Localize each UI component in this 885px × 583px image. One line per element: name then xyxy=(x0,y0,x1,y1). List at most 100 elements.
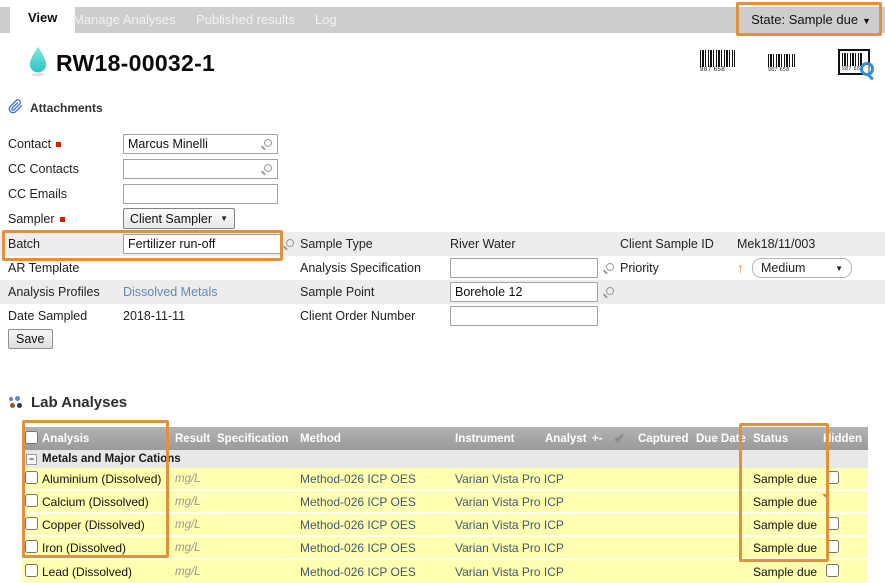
col-result[interactable]: Result xyxy=(175,433,217,445)
contact-input[interactable] xyxy=(123,134,278,154)
row-checkbox[interactable] xyxy=(25,494,38,507)
state-label: State: Sample due xyxy=(751,12,858,27)
collapse-icon[interactable]: − xyxy=(26,454,37,465)
client-sample-id-value: Mek18/11/003 xyxy=(737,237,885,251)
batch-label: Batch xyxy=(8,237,123,251)
required-marker xyxy=(60,217,65,222)
priority-value: Medium xyxy=(761,261,805,275)
instrument-link[interactable]: Varian Vista Pro ICP xyxy=(455,518,545,532)
hidden-checkbox[interactable] xyxy=(826,540,839,553)
analysis-spec-label: Analysis Specification xyxy=(300,261,450,275)
lab-analyses-table: Analysis Result Specification Method Ins… xyxy=(22,427,868,583)
instrument-link[interactable]: Varian Vista Pro ICP xyxy=(455,472,545,486)
method-link[interactable]: Method-026 ICP OES xyxy=(300,518,455,532)
tab-bar: View Manage Analyses Published results L… xyxy=(0,7,885,33)
barcode-number: 987 658 xyxy=(768,67,795,73)
chevron-down-icon: ▼ xyxy=(835,264,843,273)
col-instrument[interactable]: Instrument xyxy=(455,433,545,445)
select-all-checkbox[interactable] xyxy=(25,431,38,444)
cc-emails-label: CC Emails xyxy=(8,187,123,201)
lab-analyses-heading: Lab Analyses xyxy=(31,394,127,411)
analysis-spec-input[interactable] xyxy=(450,258,598,278)
table-row: Iron (Dissolved) mg/L Method-026 ICP OES… xyxy=(22,537,868,560)
sampler-label: Sampler xyxy=(8,212,123,226)
paperclip-icon xyxy=(8,98,23,118)
client-order-input[interactable] xyxy=(450,306,598,326)
cc-contacts-input[interactable] xyxy=(123,159,278,179)
col-add-remove[interactable]: +- xyxy=(592,433,614,445)
status-text: Sample due xyxy=(753,541,823,555)
tab-published-results[interactable]: Published results xyxy=(196,7,295,33)
barcode-print-icon[interactable]: 987 658 xyxy=(700,50,735,74)
category-row: − Metals and Major Cations xyxy=(22,450,868,468)
attachments-link[interactable]: Attachments xyxy=(30,101,103,115)
search-icon xyxy=(283,239,295,251)
analysis-name: Lead (Dissolved) xyxy=(42,565,175,579)
analysis-profiles-label: Analysis Profiles xyxy=(8,285,123,299)
tab-manage-analyses[interactable]: Manage Analyses xyxy=(73,7,176,33)
sample-grid: Batch Sample Type River Water Client Sam… xyxy=(0,232,885,328)
cc-contacts-label: CC Contacts xyxy=(8,162,123,176)
contact-form: Contact CC Contacts CC Emails Sampler Cl… xyxy=(8,131,308,231)
attachment-page-icon[interactable] xyxy=(826,494,828,510)
row-checkbox[interactable] xyxy=(25,564,38,577)
method-link[interactable]: Method-026 ICP OES xyxy=(300,495,455,509)
col-analyst[interactable]: Analyst xyxy=(545,433,592,445)
table-row: Lead (Dissolved) mg/L Method-026 ICP OES… xyxy=(22,560,868,583)
category-label: Metals and Major Cations xyxy=(42,453,181,465)
chevron-down-icon: ▼ xyxy=(220,214,228,223)
date-sampled-value: 2018-11-11 xyxy=(123,309,300,323)
tab-log[interactable]: Log xyxy=(315,7,337,33)
tab-view[interactable]: View xyxy=(10,1,75,33)
instrument-link[interactable]: Varian Vista Pro ICP xyxy=(455,495,545,509)
water-drop-icon xyxy=(26,45,50,80)
sampler-select[interactable]: Client Sampler ▼ xyxy=(123,208,235,229)
row-checkbox[interactable] xyxy=(25,517,38,530)
verify-check-icon: ✔ xyxy=(614,431,638,447)
magnifier-icon xyxy=(859,62,875,78)
col-due-date[interactable]: Due Date xyxy=(696,433,753,445)
priority-up-icon: ↑ xyxy=(737,260,744,276)
search-icon xyxy=(603,287,615,299)
analysis-name: Iron (Dissolved) xyxy=(42,541,175,555)
sample-point-input[interactable] xyxy=(450,282,598,302)
col-specification[interactable]: Specification xyxy=(217,433,300,445)
required-marker xyxy=(56,142,61,147)
col-status[interactable]: Status xyxy=(753,433,823,445)
row-checkbox[interactable] xyxy=(25,540,38,553)
hidden-checkbox[interactable] xyxy=(826,517,839,530)
instrument-link[interactable]: Varian Vista Pro ICP xyxy=(455,565,545,579)
col-method[interactable]: Method xyxy=(300,433,455,445)
state-dropdown[interactable]: State: Sample due▼ xyxy=(751,7,871,33)
method-link[interactable]: Method-026 ICP OES xyxy=(300,472,455,486)
save-button[interactable]: Save xyxy=(8,329,53,349)
method-link[interactable]: Method-026 ICP OES xyxy=(300,565,455,579)
batch-input[interactable] xyxy=(123,234,281,254)
sample-type-label: Sample Type xyxy=(300,237,450,251)
analysis-name: Calcium (Dissolved) xyxy=(42,495,175,509)
status-text: Sample due xyxy=(753,565,823,579)
col-analysis[interactable]: Analysis xyxy=(42,433,175,445)
ar-template-label: AR Template xyxy=(8,261,123,275)
hidden-checkbox[interactable] xyxy=(826,471,839,484)
barcode-preview-icon[interactable]: 987 658 xyxy=(838,49,870,75)
search-icon xyxy=(603,263,615,275)
col-hidden[interactable]: Hidden xyxy=(823,433,868,445)
table-row: Calcium (Dissolved) mg/L Method-026 ICP … xyxy=(22,491,868,514)
result-unit: mg/L xyxy=(175,473,217,485)
row-checkbox[interactable] xyxy=(25,471,38,484)
method-link[interactable]: Method-026 ICP OES xyxy=(300,541,455,555)
priority-label: Priority xyxy=(620,261,737,275)
date-sampled-label: Date Sampled xyxy=(8,309,123,323)
cc-emails-input[interactable] xyxy=(123,184,278,204)
result-unit: mg/L xyxy=(175,566,217,578)
col-captured[interactable]: Captured xyxy=(638,433,696,445)
hidden-checkbox[interactable] xyxy=(826,564,839,577)
barcode-small-icon[interactable]: 987 658 xyxy=(768,54,795,73)
table-row: Copper (Dissolved) mg/L Method-026 ICP O… xyxy=(22,514,868,537)
instrument-link[interactable]: Varian Vista Pro ICP xyxy=(455,541,545,555)
analysis-profiles-link[interactable]: Dissolved Metals xyxy=(123,285,300,299)
result-unit: mg/L xyxy=(175,519,217,531)
priority-select[interactable]: Medium ▼ xyxy=(752,258,852,278)
table-row: Aluminium (Dissolved) mg/L Method-026 IC… xyxy=(22,468,868,491)
